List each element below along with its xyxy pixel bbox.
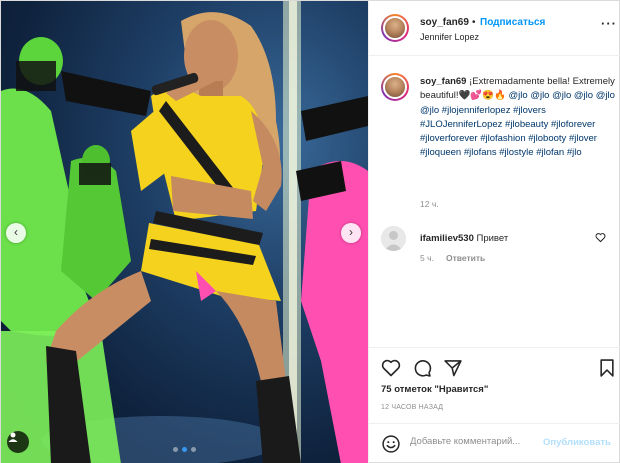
- hashtag-link[interactable]: #jlojenniferlopez: [442, 105, 511, 116]
- author-username[interactable]: soy_fan69: [420, 17, 469, 28]
- likes-count[interactable]: 75 отметок "Нравится": [381, 384, 488, 395]
- carousel-dot: [173, 447, 178, 452]
- hashtag-link[interactable]: #jlostyle: [499, 147, 533, 158]
- next-slide-button[interactable]: ›: [341, 223, 361, 243]
- caption-author-avatar[interactable]: [381, 73, 409, 101]
- comment-icon[interactable]: [412, 358, 432, 378]
- mention-link[interactable]: @jlo: [420, 105, 439, 116]
- carousel-indicator: [1, 447, 368, 452]
- commenter-avatar[interactable]: [381, 226, 406, 251]
- carousel-dot: [191, 447, 196, 452]
- mention-link[interactable]: @jlo: [596, 90, 615, 101]
- instagram-post: ‹ › soy_fan69 • Подписаться Jennifer Lop…: [0, 0, 620, 463]
- ellipsis-icon[interactable]: ···: [601, 16, 617, 31]
- post-caption: soy_fan69 ¡Extremadamente bella! Extreme…: [420, 75, 616, 161]
- follow-button[interactable]: Подписаться: [480, 17, 545, 28]
- post-location[interactable]: Jennifer Lopez: [420, 32, 479, 42]
- publish-button[interactable]: Опубликовать: [543, 437, 611, 448]
- hashtag-link[interactable]: #jlobeauty: [505, 119, 548, 130]
- performance-photo: [1, 1, 368, 463]
- comment-like-icon[interactable]: [595, 232, 606, 243]
- comment-text: Привет: [476, 233, 509, 244]
- share-icon[interactable]: [443, 358, 463, 378]
- caption-timestamp[interactable]: 12 ч.: [420, 199, 439, 209]
- user-icon: [8, 432, 18, 442]
- separator-dot: •: [472, 17, 476, 28]
- hashtag-link[interactable]: #jloqueen: [420, 147, 461, 158]
- mention-link[interactable]: @jlo: [509, 90, 528, 101]
- bookmark-icon[interactable]: [598, 358, 616, 378]
- carousel-dot-active: [182, 447, 187, 452]
- hashtag-link[interactable]: #JLOJenniferLopez: [420, 119, 502, 130]
- comment-username[interactable]: ifamiliev530: [420, 233, 474, 244]
- mention-link[interactable]: @jlo: [574, 90, 593, 101]
- post-media[interactable]: ‹ ›: [1, 1, 368, 463]
- comment: ifamiliev530 Привет: [420, 233, 508, 244]
- emoji-icon[interactable]: [381, 434, 401, 454]
- reply-button[interactable]: Ответить: [446, 253, 485, 263]
- hashtag-link[interactable]: #jlofans: [464, 147, 497, 158]
- hashtag-link[interactable]: #jlover: [569, 133, 597, 144]
- default-avatar-icon: [384, 231, 403, 251]
- post-header: soy_fan69 • Подписаться Jennifer Lopez ·…: [369, 1, 620, 56]
- comment-input[interactable]: [410, 436, 540, 447]
- hashtag-link[interactable]: #jloverforever: [420, 133, 478, 144]
- previous-slide-button[interactable]: ‹: [6, 223, 26, 243]
- hashtag-link[interactable]: #jlo: [567, 147, 582, 158]
- author-avatar[interactable]: [381, 14, 409, 42]
- post-details-panel: soy_fan69 • Подписаться Jennifer Lopez ·…: [368, 1, 620, 463]
- comment-timestamp[interactable]: 5 ч.: [420, 253, 434, 263]
- mention-link[interactable]: @jlo: [552, 90, 571, 101]
- action-bar: [369, 347, 620, 387]
- hashtag-link[interactable]: #jlovers: [513, 105, 546, 116]
- hashtag-link[interactable]: #jloforever: [551, 119, 595, 130]
- heart-icon[interactable]: [381, 358, 401, 378]
- caption-username[interactable]: soy_fan69: [420, 76, 466, 87]
- hashtag-link[interactable]: #jlofan: [536, 147, 564, 158]
- add-comment-bar: Опубликовать: [369, 423, 620, 463]
- hashtag-link[interactable]: #jlofashion: [480, 133, 525, 144]
- mention-link[interactable]: @jlo: [530, 90, 549, 101]
- hashtag-link[interactable]: #jlobooty: [528, 133, 566, 144]
- post-timestamp[interactable]: 12 ЧАСОВ НАЗАД: [381, 404, 443, 411]
